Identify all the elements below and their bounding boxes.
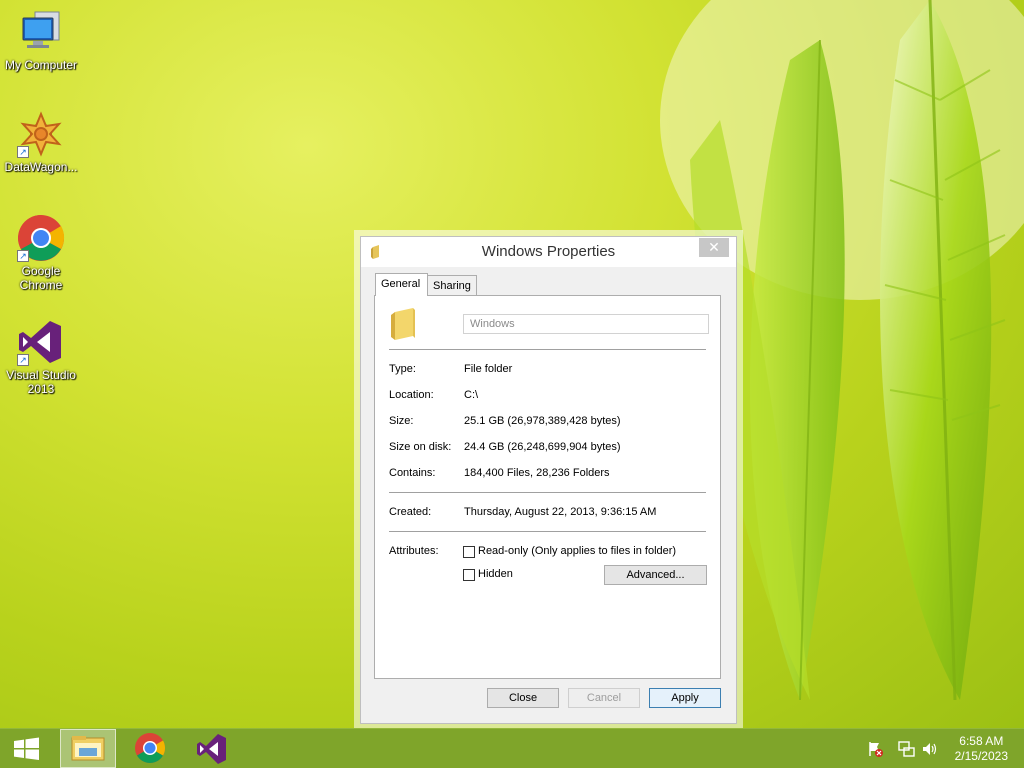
property-value: 24.4 GB (26,248,699,904 bytes) — [464, 441, 621, 453]
shortcut-arrow-icon: ↗ — [17, 146, 29, 158]
general-panel: Type: File folder Location: C:\ Size: 25… — [374, 295, 721, 679]
taskbar: 6:58 AM 2/15/2023 — [0, 728, 1024, 768]
volume-icon[interactable] — [921, 740, 939, 758]
property-label: Created: — [389, 506, 432, 518]
shortcut-arrow-icon: ↗ — [17, 354, 29, 366]
windows-logo-icon — [14, 737, 39, 760]
property-value: C:\ — [464, 389, 479, 401]
visual-studio-icon: ↗ — [17, 318, 65, 366]
dialog-titlebar[interactable]: Windows Properties ✕ — [361, 237, 736, 267]
network-icon[interactable] — [897, 740, 915, 758]
desktop-icon-label: Visual Studio 2013 — [6, 368, 76, 396]
tab-general[interactable]: General — [375, 273, 428, 296]
file-explorer-icon — [71, 736, 105, 761]
tab-sharing[interactable]: Sharing — [427, 275, 477, 296]
properties-dialog: Windows Properties ✕ General Sharing Typ… — [360, 236, 737, 724]
separator — [389, 531, 706, 532]
property-value: File folder — [464, 363, 513, 375]
property-value: Thursday, August 22, 2013, 9:36:15 AM — [464, 506, 657, 518]
desktop-icon-chrome[interactable]: ↗ Google Chrome — [0, 214, 82, 292]
taskbar-chrome[interactable] — [122, 729, 178, 768]
action-center-icon[interactable] — [866, 740, 884, 758]
chrome-icon — [135, 733, 166, 764]
property-label: Attributes: — [389, 545, 439, 557]
hidden-label[interactable]: Hidden — [478, 568, 513, 580]
separator — [389, 492, 706, 493]
datawagon-icon: ↗ — [17, 110, 65, 158]
taskbar-file-explorer[interactable] — [60, 729, 116, 768]
desktop-icon-my-computer[interactable]: My Computer — [0, 8, 82, 72]
desktop-icon-label: My Computer — [4, 58, 78, 72]
desktop-icon-label: Google Chrome — [19, 264, 63, 292]
property-value: 184,400 Files, 28,236 Folders — [464, 467, 610, 479]
desktop: My Computer ↗ DataWagon... ↗ Google Chro… — [0, 0, 1024, 728]
separator — [389, 349, 706, 350]
hidden-checkbox[interactable] — [463, 569, 475, 581]
property-label: Size on disk: — [389, 441, 452, 453]
property-label: Size: — [389, 415, 414, 427]
chrome-icon: ↗ — [17, 214, 65, 262]
shortcut-arrow-icon: ↗ — [17, 250, 29, 262]
readonly-checkbox[interactable] — [463, 546, 475, 558]
taskbar-visual-studio[interactable] — [184, 729, 240, 768]
dialog-title: Windows Properties — [481, 243, 616, 260]
desktop-icon-datawagon[interactable]: ↗ DataWagon... — [0, 110, 82, 174]
property-value: 25.1 GB (26,978,389,428 bytes) — [464, 415, 621, 427]
computer-icon — [17, 8, 65, 56]
desktop-icon-visual-studio[interactable]: ↗ Visual Studio 2013 — [0, 318, 82, 396]
close-icon[interactable]: ✕ — [699, 238, 729, 257]
property-label: Contains: — [389, 467, 436, 479]
advanced-button[interactable]: Advanced... — [604, 565, 707, 585]
folder-icon — [389, 308, 419, 347]
start-button[interactable] — [0, 729, 54, 768]
folder-name-input[interactable] — [463, 314, 709, 334]
property-label: Type: — [389, 363, 416, 375]
clock-date: 2/15/2023 — [954, 749, 1008, 763]
readonly-label[interactable]: Read-only (Only applies to files in fold… — [478, 545, 676, 557]
clock[interactable]: 6:58 AM 2/15/2023 — [955, 734, 1008, 764]
clock-time: 6:58 AM — [959, 734, 1004, 748]
close-button[interactable]: Close — [487, 688, 559, 708]
desktop-icon-label: DataWagon... — [4, 160, 78, 174]
visual-studio-icon — [197, 734, 226, 764]
property-label: Location: — [389, 389, 434, 401]
apply-button[interactable]: Apply — [649, 688, 721, 708]
cancel-button[interactable]: Cancel — [568, 688, 640, 708]
